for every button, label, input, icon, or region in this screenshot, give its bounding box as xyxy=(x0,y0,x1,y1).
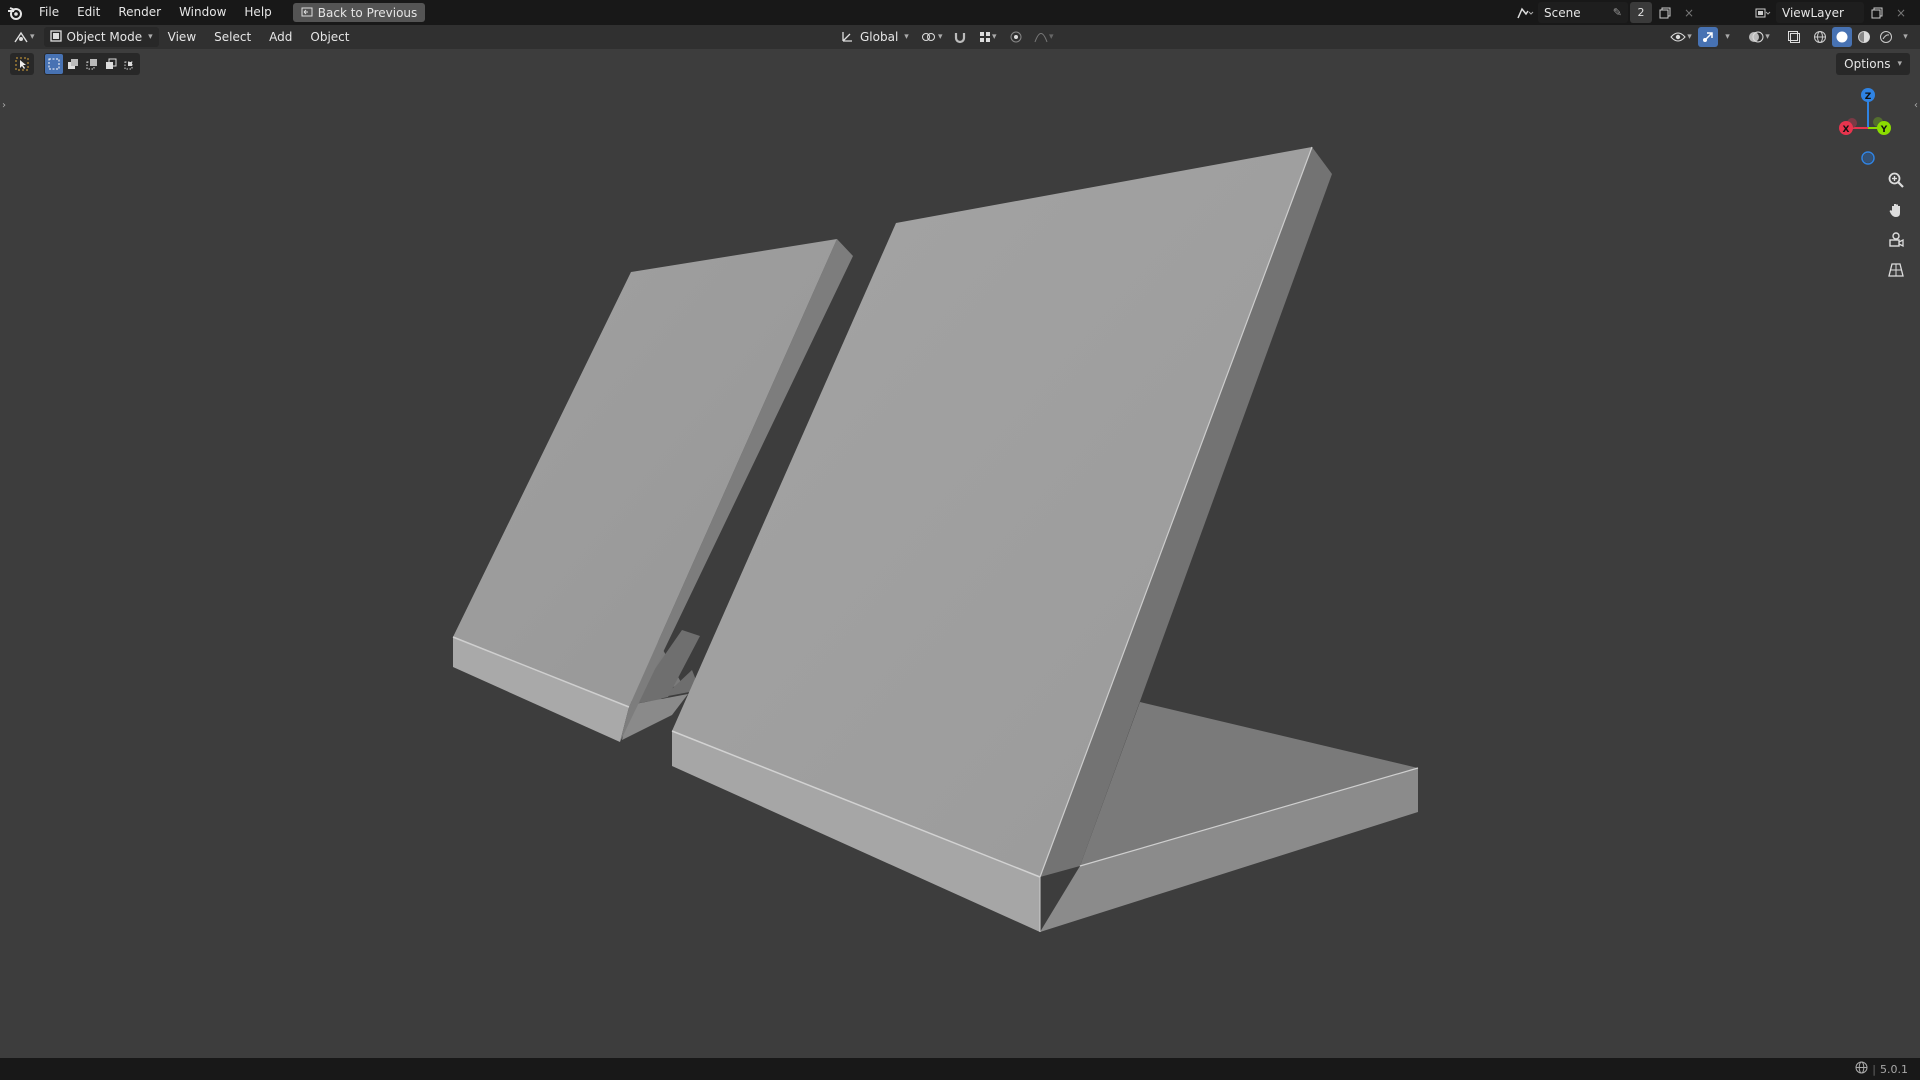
gizmo-y-label: Y xyxy=(1880,125,1888,135)
viewport-3d[interactable] xyxy=(0,0,1920,1080)
tool-row xyxy=(10,53,140,75)
orientation-icon xyxy=(841,29,855,46)
menu-view[interactable]: View xyxy=(159,30,205,44)
show-gizmo-icon[interactable] xyxy=(1698,27,1718,47)
navigation-gizmo[interactable]: Z Y X xyxy=(1820,80,1920,180)
new-scene-icon[interactable] xyxy=(1654,2,1676,23)
menu-file[interactable]: File xyxy=(30,0,68,25)
transform-tools: Global ▾ ▾ ▾ ▾ xyxy=(836,27,1058,47)
rendered-shading-icon[interactable] xyxy=(1876,27,1896,47)
material-preview-icon[interactable] xyxy=(1854,27,1874,47)
object-mode-icon xyxy=(49,29,62,45)
view-layer-name: ViewLayer xyxy=(1782,5,1844,20)
menu-select[interactable]: Select xyxy=(205,30,260,44)
status-separator: | xyxy=(1872,1062,1876,1076)
camera-view-icon[interactable] xyxy=(1882,228,1910,252)
overlays-icon[interactable]: ▾ xyxy=(1744,27,1774,47)
xray-toggle-icon[interactable] xyxy=(1784,27,1804,47)
new-view-layer-icon[interactable] xyxy=(1866,2,1888,23)
scene-name: Scene xyxy=(1544,5,1581,20)
scene-selector: Scene ✎ 2 × xyxy=(1514,2,1700,23)
delete-scene-icon[interactable]: × xyxy=(1678,2,1700,23)
mode-label: Object Mode xyxy=(66,30,143,44)
back-label: Back to Previous xyxy=(317,5,418,20)
delete-view-layer-icon[interactable]: × xyxy=(1890,2,1912,23)
top-menu-bar: File Edit Render Window Help Back to Pre… xyxy=(0,0,1920,25)
shading-options-icon[interactable]: ▾ xyxy=(1898,27,1912,47)
select-invert-icon[interactable] xyxy=(102,54,120,74)
toolbar-expand-icon[interactable]: › xyxy=(2,100,6,111)
orientation-label: Global xyxy=(860,30,899,44)
scene-user-count: 2 xyxy=(1630,2,1652,23)
status-bar: | 5.0.1 xyxy=(0,1058,1920,1080)
editor-type-button[interactable]: ▾ xyxy=(8,27,40,47)
blender-logo-icon[interactable] xyxy=(0,0,30,25)
view-layer-selector: ViewLayer × xyxy=(1752,2,1912,23)
network-globe-icon xyxy=(1855,1061,1868,1077)
pan-hand-icon[interactable] xyxy=(1882,198,1910,222)
gizmo-options-icon[interactable]: ▾ xyxy=(1720,27,1734,47)
select-new-icon[interactable] xyxy=(45,54,63,74)
perspective-toggle-icon[interactable] xyxy=(1882,258,1910,282)
menu-add[interactable]: Add xyxy=(260,30,301,44)
back-to-previous-button[interactable]: Back to Previous xyxy=(292,3,426,22)
gizmo-x-label: X xyxy=(1843,125,1850,135)
pin-icon[interactable]: ✎ xyxy=(1613,6,1622,19)
chevron-down-icon: ▾ xyxy=(30,32,35,42)
selection-mode-group xyxy=(44,53,140,75)
solid-shading-icon[interactable] xyxy=(1832,27,1852,47)
gizmo-z-label: Z xyxy=(1865,92,1872,102)
proportional-edit-icon[interactable] xyxy=(1006,27,1026,47)
back-icon xyxy=(301,6,313,20)
menu-render[interactable]: Render xyxy=(109,0,170,25)
viewport-shading-tools: ▾ ▾ ▾ ▾ xyxy=(1666,27,1912,47)
scene-browse-icon[interactable] xyxy=(1514,2,1536,23)
snap-toggle-icon[interactable] xyxy=(950,27,970,47)
chevron-down-icon: ▾ xyxy=(148,32,153,42)
proportional-falloff-icon[interactable]: ▾ xyxy=(1030,27,1058,47)
view-layer-browse-icon[interactable] xyxy=(1752,2,1774,23)
options-label: Options xyxy=(1844,57,1891,71)
menu-window[interactable]: Window xyxy=(170,0,235,25)
menu-edit[interactable]: Edit xyxy=(68,0,109,25)
viewport-header: ▾ Object Mode ▾ View Select Add Object G… xyxy=(0,25,1920,49)
select-subtract-icon[interactable] xyxy=(83,54,101,74)
select-extend-icon[interactable] xyxy=(64,54,82,74)
scene-name-field[interactable]: Scene ✎ xyxy=(1538,2,1628,23)
version-label: 5.0.1 xyxy=(1880,1062,1908,1076)
transform-orientation-dropdown[interactable]: Global ▾ xyxy=(836,27,914,47)
options-dropdown[interactable]: Options ▾ xyxy=(1836,53,1910,75)
select-intersect-icon[interactable] xyxy=(121,54,139,74)
view-layer-name-field[interactable]: ViewLayer xyxy=(1776,2,1864,23)
zoom-icon[interactable] xyxy=(1882,168,1910,192)
visibility-icon[interactable]: ▾ xyxy=(1666,27,1696,47)
menu-help[interactable]: Help xyxy=(235,0,280,25)
pivot-point-icon[interactable]: ▾ xyxy=(918,27,946,47)
chevron-down-icon: ▾ xyxy=(1897,59,1902,69)
object-mode-dropdown[interactable]: Object Mode ▾ xyxy=(43,27,159,47)
snap-target-icon[interactable]: ▾ xyxy=(974,27,1002,47)
select-tool-button[interactable] xyxy=(10,53,34,75)
chevron-down-icon: ▾ xyxy=(904,32,909,42)
wireframe-shading-icon[interactable] xyxy=(1810,27,1830,47)
navigation-buttons xyxy=(1882,168,1910,282)
menu-object[interactable]: Object xyxy=(301,30,358,44)
